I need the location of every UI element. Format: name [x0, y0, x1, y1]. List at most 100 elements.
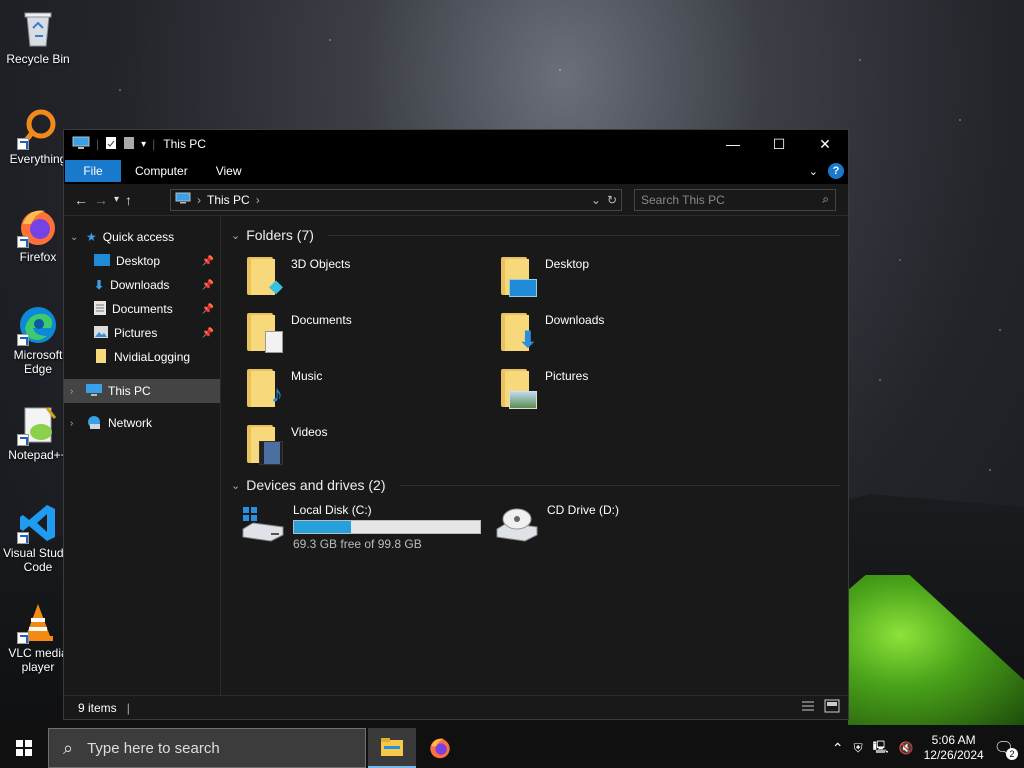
file-explorer-window[interactable]: | ▾ | This PC — ☐ ✕ File Computer View ⌄…	[63, 129, 849, 720]
desktop-icon-recycle-bin[interactable]: Recycle Bin	[2, 8, 74, 66]
search-icon: ⌕	[63, 737, 74, 758]
sidebar-item-downloads[interactable]: ⬇ Downloads 📌	[64, 273, 220, 297]
star-icon: ★	[86, 230, 97, 244]
chevron-right-icon[interactable]: ›	[70, 386, 80, 397]
back-button[interactable]: ←	[74, 192, 88, 208]
chevron-right-icon[interactable]: ›	[70, 418, 80, 429]
sidebar-item-documents[interactable]: Documents 📌	[64, 297, 220, 321]
folder-music-icon: ♪	[245, 367, 283, 409]
details-view-icon[interactable]	[800, 699, 816, 716]
pin-icon[interactable]: 📌	[202, 256, 214, 267]
network-tray-icon[interactable]: 🖳	[873, 738, 889, 759]
close-button[interactable]: ✕	[802, 130, 848, 158]
windows-logo-icon	[16, 740, 32, 756]
tab-view[interactable]: View	[202, 160, 256, 182]
folder-icon	[94, 348, 108, 366]
folder-documents[interactable]: Documents	[231, 303, 485, 359]
sidebar-item-quick-access[interactable]: ⌄ ★ Quick access	[64, 225, 220, 249]
drive-name: Local Disk (C:)	[293, 503, 372, 517]
properties-icon[interactable]	[105, 136, 117, 153]
content-pane: ⌄ Folders (7) ◆ 3D Objects Desktop Docum…	[221, 217, 848, 695]
taskbar: ⌕ Type here to search ⌃ ⛨ 🖳 🔇 5:06 AM 12…	[0, 728, 1024, 768]
tab-computer[interactable]: Computer	[121, 160, 202, 182]
drive-local-disk-c[interactable]: Local Disk (C:) 69.3 GB free of 99.8 GB	[231, 497, 485, 553]
pin-icon[interactable]: 📌	[202, 304, 214, 315]
customize-quick-access-icon[interactable]: ▾	[141, 139, 146, 150]
folder-videos[interactable]: Videos	[231, 415, 485, 471]
notifications-icon[interactable]: 🗨 2	[994, 738, 1018, 760]
cd-drive-icon	[495, 503, 539, 553]
sidebar-item-desktop[interactable]: Desktop 📌	[64, 249, 220, 273]
firefox-icon	[430, 738, 450, 759]
address-bar[interactable]: › This PC › ⌄ ↻	[170, 188, 622, 211]
chevron-right-icon[interactable]: ›	[256, 193, 260, 207]
search-icon: ⌕	[822, 192, 829, 206]
chevron-right-icon: ›	[197, 192, 201, 207]
network-icon	[86, 415, 102, 432]
large-icons-view-icon[interactable]	[824, 699, 840, 716]
vscode-icon	[17, 502, 59, 544]
notepadpp-icon	[17, 404, 59, 446]
chevron-down-icon[interactable]: ⌄	[70, 232, 80, 243]
sidebar-item-nvidialogging[interactable]: NvidiaLogging	[64, 345, 220, 369]
this-pc-icon	[86, 383, 102, 399]
start-button[interactable]	[0, 728, 48, 768]
drives-section-header[interactable]: ⌄ Devices and drives (2)	[231, 473, 848, 497]
taskbar-search-input[interactable]: ⌕ Type here to search	[48, 728, 366, 768]
folder-downloads-icon: ⬇	[499, 311, 537, 353]
refresh-icon[interactable]: ↻	[607, 193, 617, 207]
window-title: This PC	[163, 137, 206, 151]
this-pc-small-icon	[175, 192, 191, 207]
recycle-bin-icon	[17, 8, 59, 50]
document-icon	[94, 300, 106, 318]
new-folder-icon[interactable]	[123, 136, 135, 153]
chevron-up-icon[interactable]: ⌃	[832, 740, 844, 757]
up-button[interactable]: ↑	[125, 192, 132, 208]
sidebar-item-this-pc[interactable]: › This PC	[64, 379, 220, 403]
tab-file[interactable]: File	[65, 160, 121, 182]
recent-locations-icon[interactable]: ▾	[114, 192, 119, 208]
folder-videos-icon	[245, 423, 283, 465]
breadcrumb[interactable]: This PC	[207, 193, 250, 207]
item-count: 9 items	[78, 700, 117, 715]
folder-pictures[interactable]: Pictures	[485, 359, 739, 415]
security-icon[interactable]: ⛨	[854, 741, 863, 756]
help-icon[interactable]: ?	[828, 163, 844, 179]
drive-cd-d[interactable]: CD Drive (D:)	[485, 497, 739, 553]
folder-downloads[interactable]: ⬇ Downloads	[485, 303, 739, 359]
drive-free-space: 69.3 GB free of 99.8 GB	[293, 537, 422, 551]
folders-section-header[interactable]: ⌄ Folders (7)	[231, 223, 848, 247]
clock[interactable]: 5:06 AM 12/26/2024	[924, 733, 984, 763]
forward-button[interactable]: →	[94, 192, 108, 208]
maximize-button[interactable]: ☐	[756, 130, 802, 158]
system-tray: ⌃ ⛨ 🖳 🔇 5:06 AM 12/26/2024 🗨 2	[832, 733, 1024, 763]
title-bar[interactable]: | ▾ | This PC — ☐ ✕	[64, 130, 848, 158]
file-explorer-icon	[381, 738, 403, 756]
taskbar-file-explorer[interactable]	[368, 728, 416, 768]
picture-icon	[94, 325, 108, 341]
taskbar-firefox[interactable]	[416, 728, 464, 768]
sidebar-item-network[interactable]: › Network	[64, 411, 220, 435]
chevron-down-icon: ⌄	[231, 229, 241, 242]
hard-drive-icon	[241, 503, 285, 553]
folder-3d-objects[interactable]: ◆ 3D Objects	[231, 247, 485, 303]
sidebar-item-pictures[interactable]: Pictures 📌	[64, 321, 220, 345]
address-dropdown-icon[interactable]: ⌄	[591, 193, 601, 207]
folder-desktop[interactable]: Desktop	[485, 247, 739, 303]
notification-count: 2	[1006, 748, 1018, 760]
minimize-button[interactable]: —	[710, 130, 756, 158]
folder-documents-icon	[245, 311, 283, 353]
expand-ribbon-icon[interactable]: ⌄	[809, 165, 818, 178]
chevron-down-icon: ⌄	[231, 479, 241, 492]
search-input[interactable]: Search This PC ⌕	[634, 188, 836, 211]
ribbon-tabs: File Computer View ⌄ ?	[64, 158, 848, 184]
download-arrow-icon: ⬇	[94, 278, 105, 292]
pin-icon[interactable]: 📌	[202, 328, 214, 339]
this-pc-icon	[72, 136, 90, 153]
desktop-folder-icon	[94, 253, 110, 269]
volume-muted-icon[interactable]: 🔇	[899, 741, 914, 755]
everything-icon	[17, 108, 59, 150]
edge-icon	[17, 304, 59, 346]
folder-music[interactable]: ♪ Music	[231, 359, 485, 415]
pin-icon[interactable]: 📌	[202, 280, 214, 291]
